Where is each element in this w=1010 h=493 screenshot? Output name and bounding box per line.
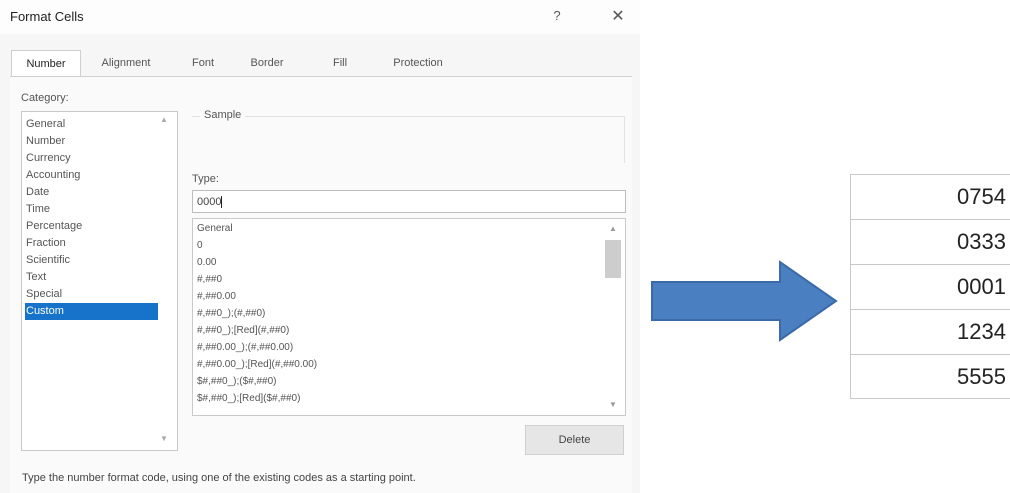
category-item-time[interactable]: Time: [25, 201, 158, 218]
delete-button[interactable]: Delete: [525, 425, 624, 455]
format-code-item[interactable]: #,##0: [197, 272, 222, 288]
category-item-text[interactable]: Text: [25, 269, 158, 286]
result-cell[interactable]: 0754: [850, 174, 1010, 219]
hint-text: Type the number format code, using one o…: [22, 472, 416, 484]
result-cell[interactable]: 0001: [850, 264, 1010, 309]
format-code-item[interactable]: #,##0_);[Red](#,##0): [197, 323, 289, 339]
result-cell[interactable]: 5555: [850, 354, 1010, 399]
category-item-accounting[interactable]: Accounting: [25, 167, 158, 184]
category-item-currency[interactable]: Currency: [25, 150, 158, 167]
text-caret: [221, 196, 223, 209]
help-button[interactable]: ?: [548, 8, 566, 26]
tab-fill[interactable]: Fill: [320, 50, 360, 76]
format-code-item[interactable]: $#,##0_);($#,##0): [197, 374, 277, 390]
category-item-number[interactable]: Number: [25, 133, 158, 150]
category-item-percentage[interactable]: Percentage: [25, 218, 158, 235]
type-input-value: 0000: [197, 196, 222, 208]
tab-number[interactable]: Number: [11, 50, 81, 78]
title-bar: Format Cells ? ✕: [0, 0, 640, 34]
format-code-item[interactable]: $#,##0_);[Red]($#,##0): [197, 391, 300, 407]
format-code-item[interactable]: #,##0.00: [197, 289, 236, 305]
category-list[interactable]: General Number Currency Accounting Date …: [21, 111, 178, 451]
format-code-item[interactable]: 0.00: [197, 255, 216, 271]
close-button[interactable]: ✕: [608, 6, 628, 26]
format-code-item[interactable]: 0: [197, 238, 203, 254]
dialog-title: Format Cells: [10, 9, 84, 24]
tab-protection[interactable]: Protection: [376, 50, 460, 76]
format-scroll-up-icon[interactable]: ▲: [609, 224, 617, 233]
category-scroll-up-icon[interactable]: ▲: [160, 115, 168, 124]
sample-label: Sample: [200, 109, 246, 121]
category-item-scientific[interactable]: Scientific: [25, 252, 158, 269]
type-input[interactable]: 0000: [192, 190, 626, 213]
tab-font[interactable]: Font: [178, 50, 228, 76]
category-item-custom[interactable]: Custom: [25, 303, 158, 320]
category-item-fraction[interactable]: Fraction: [25, 235, 158, 252]
format-scroll-down-icon[interactable]: ▼: [609, 400, 617, 409]
format-code-list[interactable]: General 0 0.00 #,##0 #,##0.00 #,##0_);(#…: [192, 218, 626, 416]
right-arrow-icon: [651, 260, 838, 342]
category-scroll-down-icon[interactable]: ▼: [160, 434, 168, 443]
format-cells-dialog: Format Cells ? ✕ Number Alignment Font B…: [0, 0, 640, 493]
category-item-date[interactable]: Date: [25, 184, 158, 201]
result-cell[interactable]: 0333: [850, 219, 1010, 264]
format-list-scrollbar-thumb[interactable]: [605, 240, 621, 278]
category-label: Category:: [21, 92, 69, 104]
type-label: Type:: [192, 173, 219, 185]
format-code-item[interactable]: General: [197, 221, 233, 237]
result-cell[interactable]: 1234: [850, 309, 1010, 354]
format-code-item[interactable]: #,##0_);(#,##0): [197, 306, 265, 322]
tab-border[interactable]: Border: [237, 50, 297, 76]
sample-box: [192, 116, 625, 163]
tab-alignment[interactable]: Alignment: [86, 50, 166, 76]
category-item-general[interactable]: General: [25, 116, 158, 133]
category-item-special[interactable]: Special: [25, 286, 158, 303]
format-code-item[interactable]: #,##0.00_);[Red](#,##0.00): [197, 357, 317, 373]
format-code-item[interactable]: #,##0.00_);(#,##0.00): [197, 340, 293, 356]
